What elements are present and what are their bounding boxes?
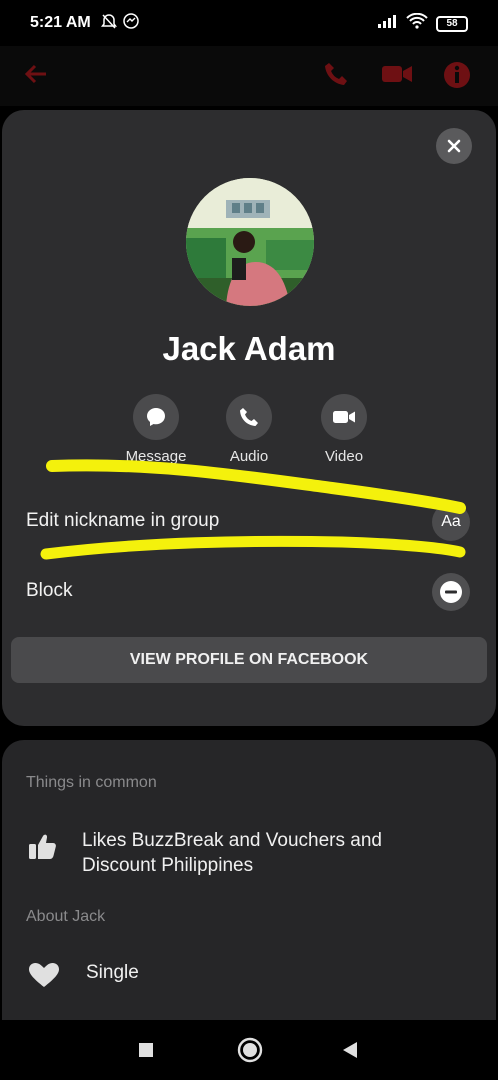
things-in-common-title: Things in common [26, 774, 157, 791]
video-action[interactable]: Video [304, 394, 384, 465]
recent-apps-icon[interactable] [138, 1042, 154, 1063]
home-icon[interactable] [237, 1037, 263, 1068]
back-icon[interactable] [342, 1041, 358, 1064]
profile-name: Jack Adam [162, 330, 336, 367]
edit-nickname-label: Edit nickname in group [26, 510, 220, 531]
close-button[interactable] [436, 128, 472, 164]
relationship-status: Single [86, 962, 139, 983]
video-call-icon[interactable] [380, 60, 414, 93]
view-profile-on-facebook-button[interactable]: VIEW PROFILE ON FACEBOOK [11, 637, 487, 683]
edit-nickname-row[interactable]: Edit nickname in group Aa [2, 494, 496, 550]
conversation-top-bar [0, 46, 498, 106]
video-camera-icon [333, 411, 355, 423]
status-bar: 5:21 AM 58 [0, 0, 498, 46]
info-icon[interactable] [442, 60, 472, 95]
avatar[interactable] [186, 178, 314, 306]
status-time: 5:21 AM [30, 14, 91, 31]
likes-text-line2: Discount Philippines [82, 855, 254, 876]
wifi-icon [406, 12, 428, 34]
likes-text-line1: Likes BuzzBreak and Vouchers and [82, 830, 382, 851]
back-arrow-icon[interactable] [22, 60, 50, 93]
details-card: Things in common Likes BuzzBreak and Vou… [2, 740, 496, 1020]
minus-circle-icon [432, 573, 470, 611]
messenger-notification-icon [122, 12, 140, 35]
block-label: Block [26, 580, 73, 601]
audio-label: Audio [229, 448, 269, 465]
phone-call-icon[interactable] [322, 60, 350, 93]
close-icon [447, 139, 461, 153]
battery-icon: 58 [436, 15, 468, 32]
message-bubble-icon [147, 408, 165, 426]
audio-action[interactable]: Audio [209, 394, 289, 465]
profile-sheet: Jack Adam Message Audio Video Edit nickn… [2, 110, 496, 726]
block-row[interactable]: Block [2, 564, 496, 620]
android-navigation-bar [0, 1020, 498, 1080]
phone-icon [240, 408, 258, 426]
relationship-row: Single [28, 960, 139, 993]
message-action[interactable]: Message [116, 394, 196, 465]
message-label: Message [125, 448, 187, 465]
about-title: About Jack [26, 908, 106, 925]
heart-icon [28, 962, 60, 993]
text-style-icon: Aa [432, 503, 470, 541]
thumbs-up-icon [28, 832, 58, 865]
signal-icon [376, 13, 398, 34]
video-label: Video [324, 448, 364, 465]
alarm-off-icon [100, 12, 118, 35]
likes-row: Likes BuzzBreak and Vouchers and Discoun… [28, 828, 382, 878]
